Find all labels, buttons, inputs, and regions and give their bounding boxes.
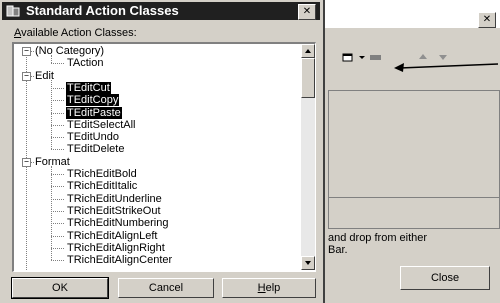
scroll-down-button[interactable] bbox=[301, 256, 315, 270]
tree-item[interactable]: TRichEditAlignCenter bbox=[66, 254, 173, 266]
close-button[interactable]: Close bbox=[400, 266, 490, 290]
tree-item-label: (No Category) bbox=[35, 45, 105, 57]
tree-item-label: TEditUndo bbox=[67, 131, 119, 144]
standard-action-classes-dialog: Standard Action Classes ✕ Available Acti… bbox=[0, 0, 325, 303]
tree-item-label: TRichEditItalic bbox=[67, 180, 138, 193]
cancel-button[interactable]: Cancel bbox=[118, 278, 214, 298]
scroll-thumb[interactable] bbox=[301, 58, 315, 98]
tree-item[interactable]: TRichEditItalic bbox=[66, 180, 138, 192]
tree-item-label: TRichEditAlignLeft bbox=[67, 229, 158, 242]
tree-connector bbox=[51, 63, 64, 65]
dialog-title: Standard Action Classes bbox=[26, 3, 179, 18]
tree-connector bbox=[51, 112, 64, 114]
tree-category[interactable]: Edit bbox=[34, 70, 55, 82]
tree-item-label: TEditCut bbox=[66, 81, 111, 94]
tree-item[interactable]: TRichEditNumbering bbox=[66, 217, 169, 229]
tree-item-label: TAction bbox=[67, 57, 104, 70]
collapse-toggle-icon[interactable]: − bbox=[22, 47, 31, 56]
scroll-up-arrow-icon bbox=[305, 49, 311, 53]
background-window: ✕ and drop from either Bar. Close bbox=[318, 10, 500, 303]
tree-connector bbox=[51, 87, 64, 89]
tree-item-label: Edit bbox=[35, 69, 54, 82]
tree-item-label: TRichEditUnderline bbox=[67, 192, 162, 205]
tree-item-label: TEditPaste bbox=[66, 106, 122, 119]
accelerator-h: H bbox=[257, 282, 266, 294]
tree-connector bbox=[51, 210, 64, 212]
tree-connector bbox=[51, 137, 64, 139]
scroll-up-button[interactable] bbox=[301, 44, 315, 58]
tree-item-label: TRichEditBold bbox=[67, 168, 137, 180]
tree-connector bbox=[51, 186, 64, 188]
tree-connector bbox=[51, 100, 64, 102]
tree-item-label: TRichEditNumbering bbox=[67, 217, 169, 230]
tree-connector bbox=[51, 235, 64, 237]
tree-connector bbox=[51, 79, 52, 150]
tree-item-label: TEditDelete bbox=[67, 143, 125, 156]
tree-connector bbox=[51, 260, 64, 262]
actions-panel bbox=[328, 90, 500, 198]
tree-item[interactable]: TEditCopy bbox=[66, 94, 120, 107]
tree-item[interactable]: TEditCut bbox=[66, 81, 111, 94]
tree-connector bbox=[51, 198, 64, 200]
tree-connector bbox=[51, 149, 64, 151]
tree-connector bbox=[51, 223, 64, 225]
tree-item-label: TRichEditStrikeOut bbox=[67, 204, 161, 217]
tree-connector bbox=[51, 247, 64, 249]
vertical-scrollbar[interactable] bbox=[301, 44, 315, 270]
tree-item[interactable]: TRichEditAlignLeft bbox=[66, 230, 159, 242]
available-classes-label: Available Action Classes: bbox=[14, 27, 137, 39]
dialog-titlebar: Standard Action Classes ✕ bbox=[2, 2, 320, 20]
hint-line-1: and drop from either bbox=[328, 232, 428, 244]
background-window-titlebar: ✕ bbox=[318, 10, 500, 29]
hint-line-2: Bar. bbox=[328, 244, 348, 256]
tree-item[interactable]: TRichEditAlignRight bbox=[66, 242, 166, 254]
tree-item[interactable]: TEditSelectAll bbox=[66, 119, 136, 131]
background-window-close-button[interactable]: ✕ bbox=[478, 12, 496, 28]
tree-item-label: Format bbox=[35, 155, 70, 168]
tree-item[interactable]: TEditUndo bbox=[66, 131, 120, 143]
tree-item[interactable]: TAction bbox=[66, 57, 104, 69]
action-classes-tree[interactable]: (No Category) − TAction Edit − TEditCut TEditC… bbox=[12, 42, 316, 272]
dropdown-arrow-icon[interactable] bbox=[358, 52, 366, 62]
new-action-icon[interactable] bbox=[342, 52, 354, 62]
dialog-close-button[interactable]: ✕ bbox=[298, 4, 316, 20]
tree-item[interactable]: TEditDelete bbox=[66, 143, 125, 155]
help-button-label: elp bbox=[265, 282, 281, 294]
ok-button[interactable]: OK bbox=[11, 277, 109, 299]
tree-category[interactable]: (No Category) bbox=[34, 45, 105, 57]
tree-item-label: TRichEditAlignCenter bbox=[67, 254, 173, 267]
tree-item[interactable]: TRichEditStrikeOut bbox=[66, 205, 162, 217]
tree-category[interactable]: Format bbox=[34, 156, 71, 168]
collapse-toggle-icon[interactable]: − bbox=[22, 71, 31, 81]
scroll-down-arrow-icon bbox=[305, 261, 311, 265]
help-button[interactable]: Help bbox=[222, 278, 316, 298]
available-classes-label-text: vailable Action Classes: bbox=[21, 27, 137, 39]
tree-item[interactable]: TEditPaste bbox=[66, 106, 122, 119]
pointer-arrow-icon bbox=[394, 63, 499, 72]
tree-item-label: TEditSelectAll bbox=[67, 118, 136, 131]
collapse-toggle-icon[interactable]: − bbox=[22, 157, 31, 167]
tree-item[interactable]: TRichEditBold bbox=[66, 168, 138, 180]
info-box bbox=[328, 197, 500, 229]
tree-item[interactable]: TRichEditUnderline bbox=[66, 193, 163, 205]
tree-connector bbox=[51, 165, 52, 261]
tree-item-label: TEditCopy bbox=[66, 94, 120, 107]
delete-action-icon[interactable] bbox=[368, 52, 384, 62]
tree-connector bbox=[51, 124, 64, 126]
dialog-app-icon bbox=[6, 5, 20, 17]
tree-connector bbox=[51, 174, 64, 175]
tree-item-label: TRichEditAlignRight bbox=[67, 241, 165, 254]
hint-text: and drop from either Bar. bbox=[328, 232, 498, 256]
